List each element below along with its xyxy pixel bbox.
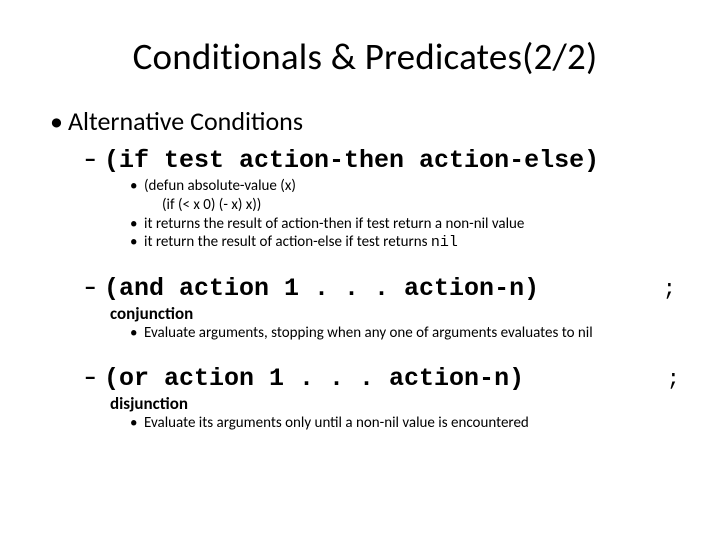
level3-item: •(defun absolute-value (x) (if (< x 0) (… <box>130 177 680 215</box>
level2-item-and: –(and action 1 . . . action-n) ; <box>84 271 680 303</box>
level1-item: •Alternative Conditions <box>50 105 680 137</box>
and-block: –(and action 1 . . . action-n) ; conjunc… <box>50 271 680 343</box>
semicolon-comment: ; <box>524 367 680 392</box>
level3-item: •Evaluate arguments, stopping when any o… <box>130 324 680 343</box>
slide-title: Conditionals & Predicates(2/2) <box>50 34 680 79</box>
if-head-code: (if test action-then action-else) <box>104 146 599 175</box>
if-note-then: it returns the result of action-then if … <box>144 215 524 233</box>
level1-text: Alternative Conditions <box>68 105 303 137</box>
bullet-dot-icon: • <box>130 215 144 234</box>
or-block: –(or action 1 . . . action-n) ; disjunct… <box>50 361 680 433</box>
dash-icon: – <box>84 271 104 302</box>
nil-code: nil <box>431 234 458 251</box>
level3-item: •it returns the result of action-then if… <box>130 215 680 234</box>
level2-item-if: –(if test action-then action-else) <box>84 143 680 175</box>
defun-line2: (if (< x 0) (- x) x)) <box>130 196 680 215</box>
if-block: –(if test action-then action-else) •(def… <box>50 143 680 253</box>
semicolon-comment: ; <box>539 277 680 302</box>
slide: Conditionals & Predicates(2/2) •Alternat… <box>0 0 720 540</box>
bullet-dot-icon: • <box>130 414 144 433</box>
or-note: Evaluate its arguments only until a non-… <box>144 414 529 432</box>
if-note-else: it return the result of action-else if t… <box>144 233 431 251</box>
level3-item: •it return the result of action-else if … <box>130 233 680 253</box>
dash-icon: – <box>84 361 104 392</box>
level2-item-or: –(or action 1 . . . action-n) ; <box>84 361 680 393</box>
bullet-dot-icon: • <box>130 233 144 252</box>
bullet-dot-icon: • <box>130 324 144 343</box>
level3-item: •Evaluate its arguments only until a non… <box>130 414 680 433</box>
defun-line1: (defun absolute-value (x) <box>144 177 296 195</box>
content-list: •Alternative Conditions –(if test action… <box>50 105 680 433</box>
bullet-dot-icon: • <box>50 105 68 137</box>
and-head-code: (and action 1 . . . action-n) <box>104 274 539 303</box>
and-note: Evaluate arguments, stopping when any on… <box>144 324 593 342</box>
or-head-code: (or action 1 . . . action-n) <box>104 364 524 393</box>
dash-icon: – <box>84 143 104 174</box>
and-label: conjunction <box>110 303 680 324</box>
or-label: disjunction <box>110 393 680 414</box>
bullet-dot-icon: • <box>130 177 144 196</box>
